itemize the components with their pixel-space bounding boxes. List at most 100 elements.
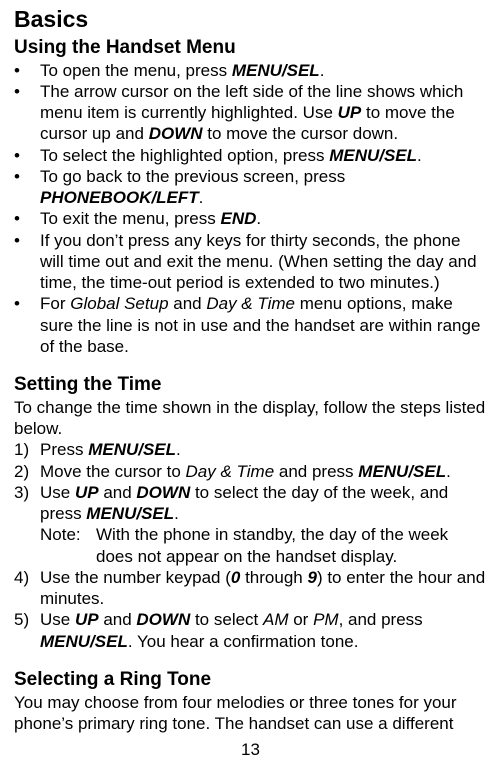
text-run: or [289, 610, 314, 629]
text-run: Use the number keypad ( [40, 568, 231, 587]
bullet-item: •If you don’t press any keys for thirty … [14, 230, 487, 294]
text-run: UP [75, 610, 99, 629]
step-item: 4)Use the number keypad (0 through 9) to… [14, 567, 487, 610]
text-run: MENU/SEL [86, 504, 174, 523]
list-item-body: Move the cursor to Day & Time and press … [40, 461, 487, 482]
text-run: and [169, 294, 207, 313]
step-item: 2)Move the cursor to Day & Time and pres… [14, 461, 487, 482]
list-item-text: Use UP and DOWN to select the day of the… [40, 482, 487, 525]
section1-heading: Using the Handset Menu [14, 36, 487, 60]
section3-heading: Selecting a Ring Tone [14, 668, 487, 692]
list-item-body: If you don’t press any keys for thirty s… [40, 230, 487, 294]
section2-heading: Setting the Time [14, 373, 487, 397]
text-run: Press [40, 440, 88, 459]
text-run: and [99, 483, 137, 502]
text-run: AM [263, 610, 289, 629]
text-run: and [99, 610, 137, 629]
list-item-text: Press MENU/SEL. [40, 439, 487, 460]
text-run: Move the cursor to [40, 462, 186, 481]
note: Note:With the phone in standby, the day … [40, 524, 487, 567]
note-label: Note: [40, 524, 96, 545]
text-run: To go back to the previous screen, press [40, 167, 345, 186]
list-item-text: If you don’t press any keys for thirty s… [40, 230, 487, 294]
text-run: MENU/SEL [329, 146, 417, 165]
bullet-item: •To open the menu, press MENU/SEL. [14, 60, 487, 81]
list-marker: 4) [14, 567, 40, 588]
text-run: . [320, 61, 325, 80]
text-run: To open the menu, press [40, 61, 232, 80]
text-run: MENU/SEL [232, 61, 320, 80]
text-run: . [256, 209, 261, 228]
step-item: 3)Use UP and DOWN to select the day of t… [14, 482, 487, 567]
list-item-body: The arrow cursor on the left side of the… [40, 81, 487, 145]
list-marker: 5) [14, 609, 40, 630]
text-run: Use [40, 610, 75, 629]
list-marker: 2) [14, 461, 40, 482]
text-run: Day & Time [206, 294, 295, 313]
section1-list: •To open the menu, press MENU/SEL.•The a… [14, 60, 487, 358]
text-run: , and press [339, 610, 423, 629]
list-item-body: Use UP and DOWN to select the day of the… [40, 482, 487, 567]
section2-list: 1)Press MENU/SEL.2)Move the cursor to Da… [14, 439, 487, 652]
text-run: 9 [307, 568, 316, 587]
list-marker: • [14, 230, 40, 251]
text-run: MENU/SEL [358, 462, 446, 481]
text-run: To select the highlighted option, press [40, 146, 329, 165]
list-item-body: Use the number keypad (0 through 9) to e… [40, 567, 487, 610]
text-run: to select [190, 610, 263, 629]
list-item-text: To go back to the previous screen, press… [40, 166, 487, 209]
list-item-body: To go back to the previous screen, press… [40, 166, 487, 209]
text-run: MENU/SEL [88, 440, 176, 459]
list-item-text: Use UP and DOWN to select AM or PM, and … [40, 609, 487, 652]
list-item-body: To select the highlighted option, press … [40, 145, 487, 166]
text-run: through [240, 568, 307, 587]
step-item: 1)Press MENU/SEL. [14, 439, 487, 460]
page: Basics Using the Handset Menu •To open t… [0, 0, 501, 766]
list-item-body: Use UP and DOWN to select AM or PM, and … [40, 609, 487, 652]
list-marker: • [14, 145, 40, 166]
page-number: 13 [0, 739, 501, 760]
text-run: Use [40, 483, 75, 502]
text-run: . [417, 146, 422, 165]
list-marker: • [14, 81, 40, 102]
list-item-text: Move the cursor to Day & Time and press … [40, 461, 487, 482]
text-run: . [446, 462, 451, 481]
bullet-item: •To select the highlighted option, press… [14, 145, 487, 166]
title: Basics [14, 5, 487, 34]
section2-intro: To change the time shown in the display,… [14, 397, 487, 440]
list-marker: • [14, 60, 40, 81]
text-run: To exit the menu, press [40, 209, 220, 228]
list-marker: • [14, 293, 40, 314]
text-run: . [174, 504, 179, 523]
text-run: PM [313, 610, 339, 629]
text-run: and press [274, 462, 358, 481]
list-marker: • [14, 208, 40, 229]
text-run: END [220, 209, 256, 228]
list-item-body: To exit the menu, press END. [40, 208, 487, 229]
text-run: DOWN [136, 483, 190, 502]
bullet-item: •The arrow cursor on the left side of th… [14, 81, 487, 145]
bullet-item: •To exit the menu, press END. [14, 208, 487, 229]
list-item-text: To open the menu, press MENU/SEL. [40, 60, 487, 81]
list-item-text: Use the number keypad (0 through 9) to e… [40, 567, 487, 610]
step-item: 5)Use UP and DOWN to select AM or PM, an… [14, 609, 487, 652]
text-run: If you don’t press any keys for thirty s… [40, 231, 477, 293]
list-item-text: To select the highlighted option, press … [40, 145, 487, 166]
text-run: PHONEBOOK/LEFT [40, 188, 199, 207]
list-item-body: To open the menu, press MENU/SEL. [40, 60, 487, 81]
text-run: 0 [231, 568, 240, 587]
text-run: DOWN [136, 610, 190, 629]
note-body: With the phone in standby, the day of th… [96, 524, 487, 567]
text-run: UP [338, 103, 362, 122]
text-run: . You hear a confirmation tone. [128, 632, 359, 651]
list-marker: 1) [14, 439, 40, 460]
list-item-text: For Global Setup and Day & Time menu opt… [40, 293, 487, 357]
list-item-text: To exit the menu, press END. [40, 208, 487, 229]
text-run: Day & Time [186, 462, 275, 481]
text-run: Global Setup [70, 294, 168, 313]
list-item-text: The arrow cursor on the left side of the… [40, 81, 487, 145]
text-run: to move the cursor down. [203, 124, 399, 143]
section3-intro: You may choose from four melodies or thr… [14, 692, 487, 735]
text-run: For [40, 294, 70, 313]
list-item-body: For Global Setup and Day & Time menu opt… [40, 293, 487, 357]
